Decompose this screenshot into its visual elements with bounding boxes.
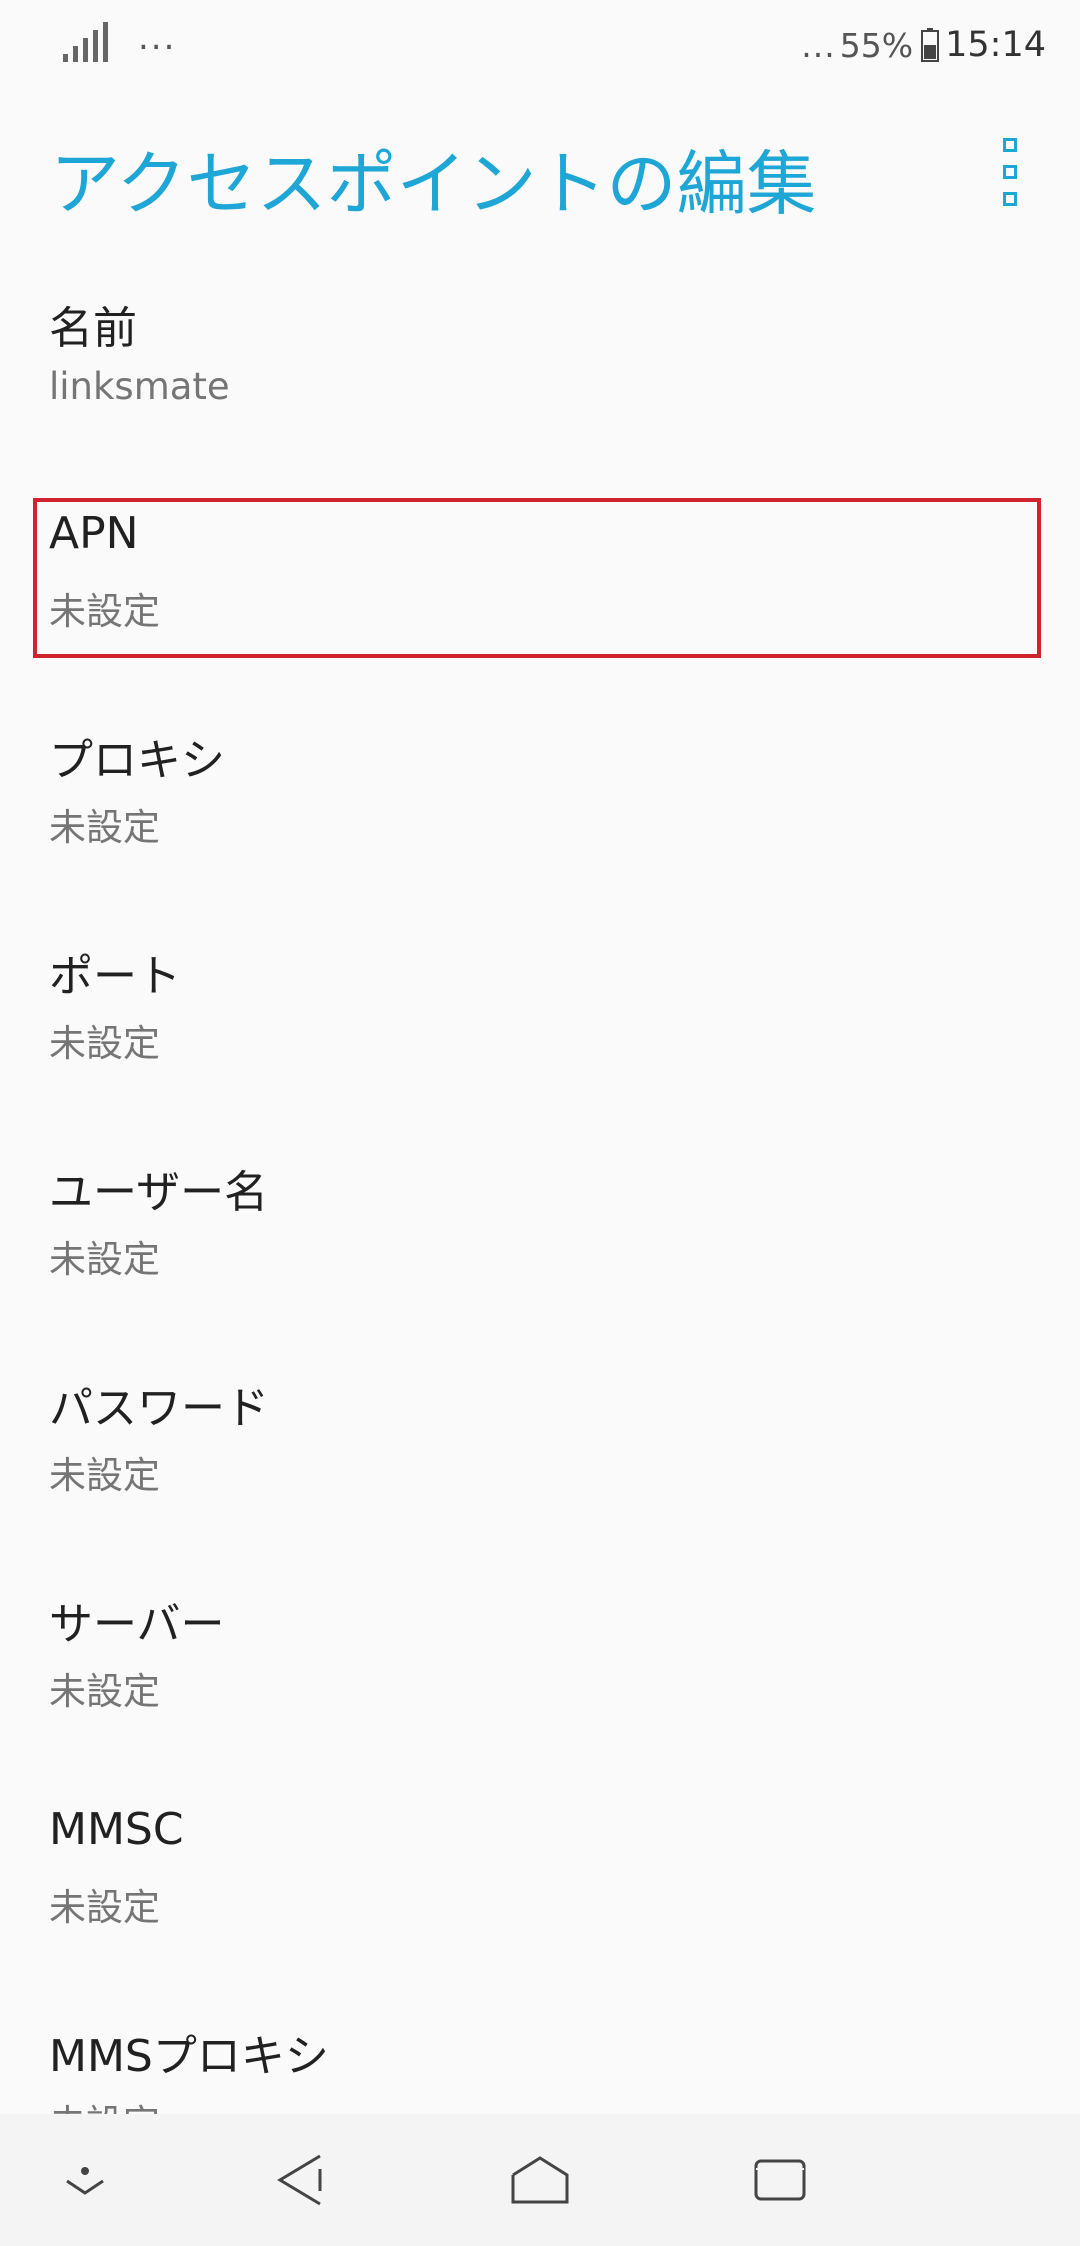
navigation-bar — [0, 2114, 1080, 2246]
menu-dot — [1003, 165, 1017, 179]
pref-item-name[interactable]: 名前 linksmate — [0, 262, 1080, 478]
back-icon[interactable] — [236, 2114, 366, 2246]
status-overflow-right: ... — [801, 25, 836, 65]
pref-title: MMSC — [49, 1804, 184, 1855]
back-glyph — [277, 2154, 322, 2206]
menu-dot — [1003, 138, 1017, 152]
app-bar: アクセスポイントの編集 — [0, 110, 1080, 240]
home-glyph — [511, 2156, 569, 2204]
battery-icon — [921, 28, 940, 62]
status-right: ... 55% 15:14 — [801, 22, 1046, 68]
pref-title: サーバー — [49, 1599, 225, 1650]
pref-title: ポート — [49, 951, 181, 1002]
pref-title: パスワード — [49, 1383, 269, 1434]
pref-item-port[interactable]: ポート 未設定 — [0, 910, 1080, 1126]
pref-title: APN — [49, 508, 139, 559]
recents-glyph — [754, 2159, 806, 2201]
pref-value: 未設定 — [49, 1886, 160, 1929]
menu-dot — [1003, 192, 1017, 206]
pref-item-server[interactable]: サーバー 未設定 — [0, 1558, 1080, 1774]
pref-value: 未設定 — [49, 1238, 160, 1281]
pref-item-apn[interactable]: APN 未設定 — [0, 478, 1080, 694]
pref-value: 未設定 — [49, 590, 160, 633]
battery-percent: 55% — [839, 25, 914, 65]
home-icon[interactable] — [475, 2114, 605, 2246]
pref-value: 未設定 — [49, 1670, 160, 1713]
pref-title: ユーザー名 — [49, 1167, 269, 1218]
pref-title: プロキシ — [49, 735, 225, 786]
screen: ... ... 55% 15:14 アクセスポイントの編集 名前 linksma… — [0, 0, 1080, 2246]
status-bar: ... ... 55% 15:14 — [0, 0, 1080, 90]
recents-icon[interactable] — [715, 2114, 845, 2246]
pref-value: 未設定 — [49, 806, 160, 849]
pref-value: 未設定 — [49, 1454, 160, 1497]
pref-title: MMSプロキシ — [49, 2031, 329, 2082]
pref-value: 未設定 — [49, 1022, 160, 1065]
status-overflow-left: ... — [138, 18, 177, 58]
notification-pull-glyph — [66, 2167, 104, 2195]
apn-settings-list: 名前 linksmate APN 未設定 プロキシ 未設定 ポート 未設定 ユー… — [0, 262, 1080, 2206]
pref-value: linksmate — [49, 365, 230, 408]
clock: 15:14 — [945, 25, 1046, 65]
notification-pull-icon[interactable] — [20, 2114, 150, 2246]
pref-item-proxy[interactable]: プロキシ 未設定 — [0, 694, 1080, 910]
pref-title: 名前 — [49, 303, 137, 354]
page-title: アクセスポイントの編集 — [50, 143, 817, 225]
pref-item-mmsc[interactable]: MMSC 未設定 — [0, 1774, 1080, 1990]
pref-item-username[interactable]: ユーザー名 未設定 — [0, 1126, 1080, 1342]
more-vert-icon[interactable] — [985, 132, 1035, 212]
pref-item-password[interactable]: パスワード 未設定 — [0, 1342, 1080, 1558]
signal-strength-icon — [63, 22, 108, 62]
